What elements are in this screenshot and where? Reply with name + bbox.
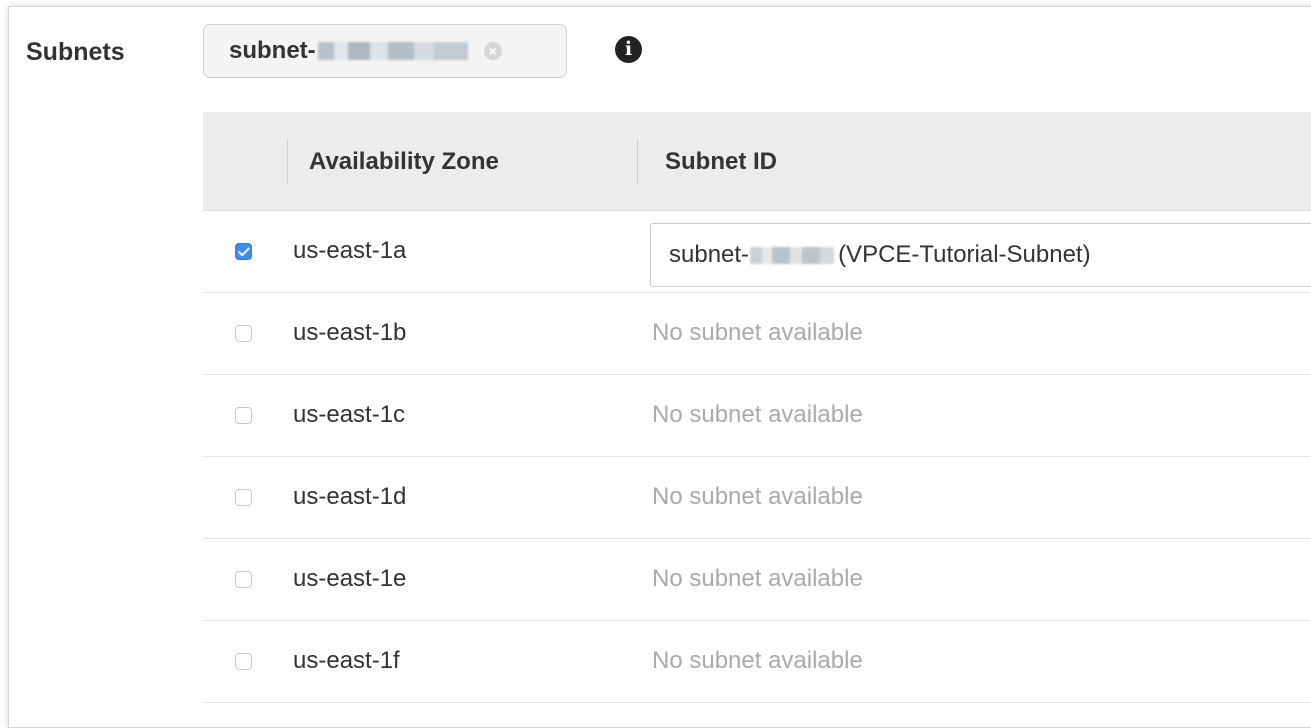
zone-checkbox[interactable] (235, 407, 252, 424)
redacted-subnet-id (750, 246, 835, 264)
info-icon[interactable]: i (615, 36, 642, 63)
availability-zone: us-east-1c (293, 401, 406, 428)
zone-checkbox[interactable] (235, 489, 252, 506)
no-subnet-text: No subnet available (652, 565, 863, 592)
table-row: us-east-1d No subnet available (203, 457, 1311, 539)
no-subnet-text: No subnet available (652, 401, 863, 428)
token-text: subnet- (229, 37, 316, 64)
redacted-subnet-id (317, 42, 468, 60)
selected-subnet-token[interactable]: subnet- × (203, 24, 567, 78)
availability-zone: us-east-1d (293, 483, 407, 510)
zone-checkbox[interactable] (235, 571, 252, 588)
availability-zone: us-east-1f (293, 647, 400, 674)
subnet-name: (VPCE-Tutorial-Subnet) (838, 241, 1091, 268)
availability-zone: us-east-1e (293, 565, 407, 592)
table-header: Availability Zone Subnet ID (203, 112, 1311, 211)
column-header-availability-zone: Availability Zone (309, 148, 499, 175)
table-row: us-east-1c No subnet available (203, 375, 1311, 457)
table-row: us-east-1b No subnet available (203, 293, 1311, 375)
subnet-select[interactable]: subnet- (VPCE-Tutorial-Subnet) (650, 223, 1311, 287)
column-divider (637, 139, 638, 183)
column-divider (287, 139, 288, 183)
no-subnet-text: No subnet available (652, 647, 863, 674)
table-row: us-east-1e No subnet available (203, 539, 1311, 621)
no-subnet-text: No subnet available (652, 319, 863, 346)
remove-token-icon[interactable]: × (483, 42, 502, 60)
availability-zone: us-east-1b (293, 319, 407, 346)
subnet-prefix: subnet- (669, 241, 750, 268)
subnets-table: Availability Zone Subnet ID us-east-1a s… (203, 112, 1311, 703)
table-row: us-east-1f No subnet available (203, 621, 1311, 703)
availability-zone: us-east-1a (293, 237, 407, 264)
table-row: us-east-1a subnet- (VPCE-Tutorial-Subnet… (203, 211, 1311, 293)
zone-checkbox[interactable] (235, 653, 252, 670)
subnets-label: Subnets (26, 38, 125, 66)
zone-checkbox[interactable] (235, 243, 252, 260)
no-subnet-text: No subnet available (652, 483, 863, 510)
column-header-subnet-id: Subnet ID (665, 148, 777, 175)
zone-checkbox[interactable] (235, 325, 252, 342)
